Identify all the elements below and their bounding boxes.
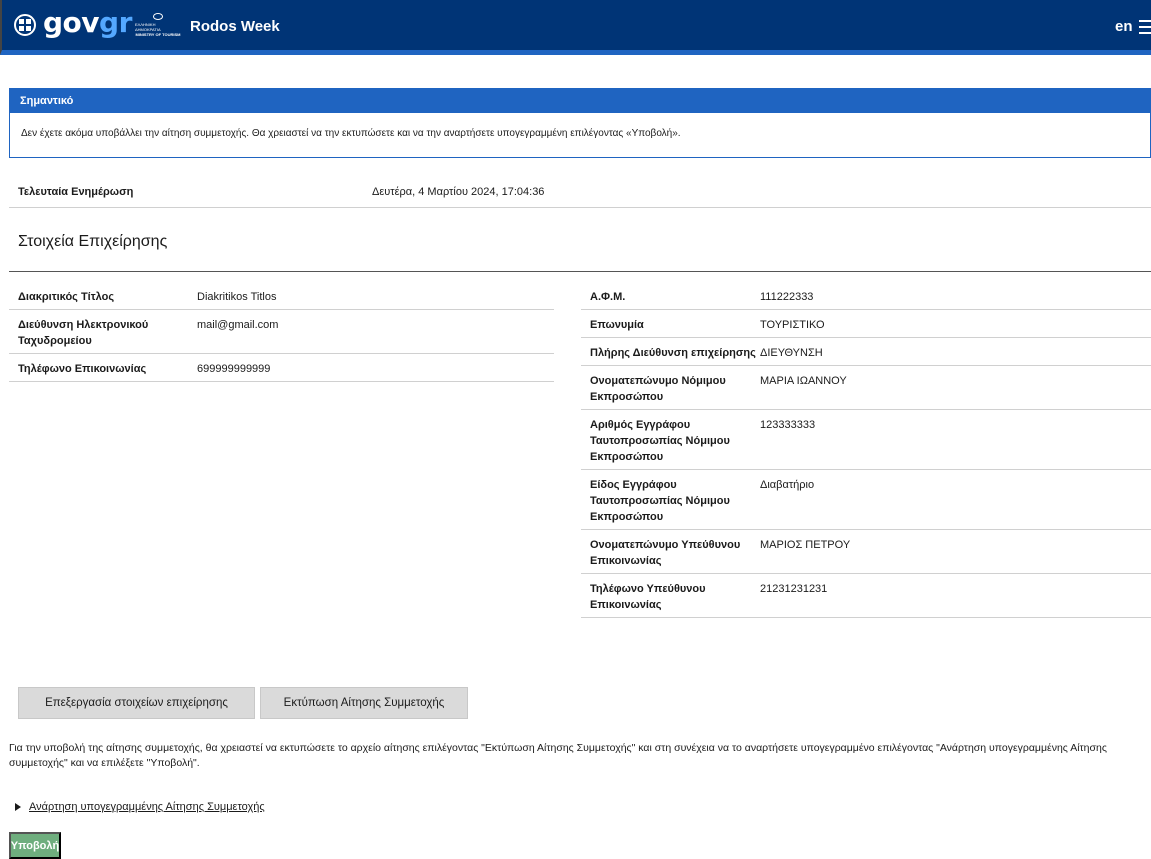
detail-row: Τηλέφωνο Υπεύθυνου Επικοινωνίας 21231231… [581,574,1151,618]
logo-main-text: gov [43,6,99,39]
business-details-right: Α.Φ.Μ. 111222333 Επωνυμία ΤΟΥΡΙΣΤΙΚΟ Πλή… [581,282,1151,618]
detail-value: ΔΙΕΥΘΥΝΣΗ [760,345,823,361]
logo-accent-text: gr [99,6,132,39]
detail-value: Diakritikos Titlos [197,289,276,305]
important-alert: Σημαντικό Δεν έχετε ακόμα υποβάλλει την … [9,88,1151,158]
submit-button[interactable]: Υποβολή [9,832,61,859]
detail-row: Είδος Εγγράφου Ταυτοπροσωπίας Νόμιμου Εκ… [581,470,1151,530]
detail-value: ΤΟΥΡΙΣΤΙΚΟ [760,317,825,333]
gov-emblem-icon [14,14,36,36]
detail-row: Τηλέφωνο Επικοινωνίας 699999999999 [9,354,554,382]
app-title[interactable]: Rodos Week [190,18,280,35]
language-switch[interactable]: en [1115,18,1133,35]
section-divider [9,271,1151,272]
section-title: Στοιχεία Επιχείρησης [18,233,167,251]
detail-label: Α.Φ.Μ. [590,289,760,305]
detail-value: 111222333 [760,289,813,305]
ministry-line2: MINISTRY OF TOURISM [135,32,180,37]
alert-title: Σημαντικό [10,89,1150,113]
ministry-seal-icon [153,13,163,20]
detail-row: Αριθμός Εγγράφου Ταυτοπροσωπίας Νόμιμου … [581,410,1151,470]
last-update-label: Τελευταία Ενημέρωση [18,186,133,198]
detail-value: 21231231231 [760,581,827,613]
detail-label: Αριθμός Εγγράφου Ταυτοπροσωπίας Νόμιμου … [590,417,760,465]
detail-value: Διαβατήριο [760,477,814,525]
print-application-button[interactable]: Εκτύπωση Αίτησης Συμμετοχής [260,687,468,719]
detail-label: Ονοματεπώνυμο Νόμιμου Εκπροσώπου [590,373,760,405]
edit-business-button[interactable]: Επεξεργασία στοιχείων επιχείρησης [18,687,255,719]
top-header: govgr ΕΛΛΗΝΙΚΗ ΔΗΜΟΚΡΑΤΙΑ MINISTRY OF TO… [0,0,1151,55]
detail-row: Ονοματεπώνυμο Νόμιμου Εκπροσώπου ΜΑΡΙΑ Ι… [581,366,1151,410]
last-update-value: Δευτέρα, 4 Μαρτίου 2024, 17:04:36 [372,186,544,198]
submission-instructions: Για την υποβολή της αίτησης συμμετοχής, … [9,741,1149,771]
detail-row: Επωνυμία ΤΟΥΡΙΣΤΙΚΟ [581,310,1151,338]
govgr-logo[interactable]: govgr [43,6,132,40]
detail-label: Επωνυμία [590,317,760,333]
alert-message: Δεν έχετε ακόμα υποβάλλει την αίτηση συμ… [10,113,1150,139]
detail-value: 699999999999 [197,361,270,377]
detail-value: mail@gmail.com [197,317,278,349]
detail-label: Διακριτικός Τίτλος [18,289,197,305]
detail-label: Διεύθυνση Ηλεκτρονικού Ταχυδρομείου [18,317,197,349]
business-details-left: Διακριτικός Τίτλος Diakritikos Titlos Δι… [9,282,554,382]
detail-label: Τηλέφωνο Υπεύθυνου Επικοινωνίας [590,581,760,613]
hamburger-menu-icon[interactable] [1139,20,1151,34]
detail-row: Ονοματεπώνυμο Υπεύθυνου Επικοινωνίας ΜΑΡ… [581,530,1151,574]
detail-row: Διεύθυνση Ηλεκτρονικού Ταχυδρομείου mail… [9,310,554,354]
detail-label: Πλήρης Διεύθυνση επιχείρησης [590,345,760,361]
detail-row: Πλήρης Διεύθυνση επιχείρησης ΔΙΕΥΘΥΝΣΗ [581,338,1151,366]
upload-signed-application-toggle[interactable]: Ανάρτηση υπογεγραμμένης Αίτησης Συμμετοχ… [15,801,265,813]
ministry-seal: ΕΛΛΗΝΙΚΗ ΔΗΜΟΚΡΑΤΙΑ MINISTRY OF TOURISM [135,13,181,37]
last-update-row: Τελευταία Ενημέρωση Δευτέρα, 4 Μαρτίου 2… [9,178,1151,208]
ministry-line1: ΕΛΛΗΝΙΚΗ ΔΗΜΟΚΡΑΤΙΑ [135,22,181,32]
detail-label: Ονοματεπώνυμο Υπεύθυνου Επικοινωνίας [590,537,760,569]
detail-value: ΜΑΡΙΑ ΙΩΑΝΝΟΥ [760,373,847,405]
upload-link-label[interactable]: Ανάρτηση υπογεγραμμένης Αίτησης Συμμετοχ… [29,801,265,813]
detail-value: ΜΑΡΙΟΣ ΠΕΤΡΟΥ [760,537,850,569]
detail-row: Α.Φ.Μ. 111222333 [581,282,1151,310]
detail-label: Τηλέφωνο Επικοινωνίας [18,361,197,377]
detail-value: 123333333 [760,417,815,465]
detail-row: Διακριτικός Τίτλος Diakritikos Titlos [9,282,554,310]
detail-label: Είδος Εγγράφου Ταυτοπροσωπίας Νόμιμου Εκ… [590,477,760,525]
triangle-right-icon [15,803,21,811]
